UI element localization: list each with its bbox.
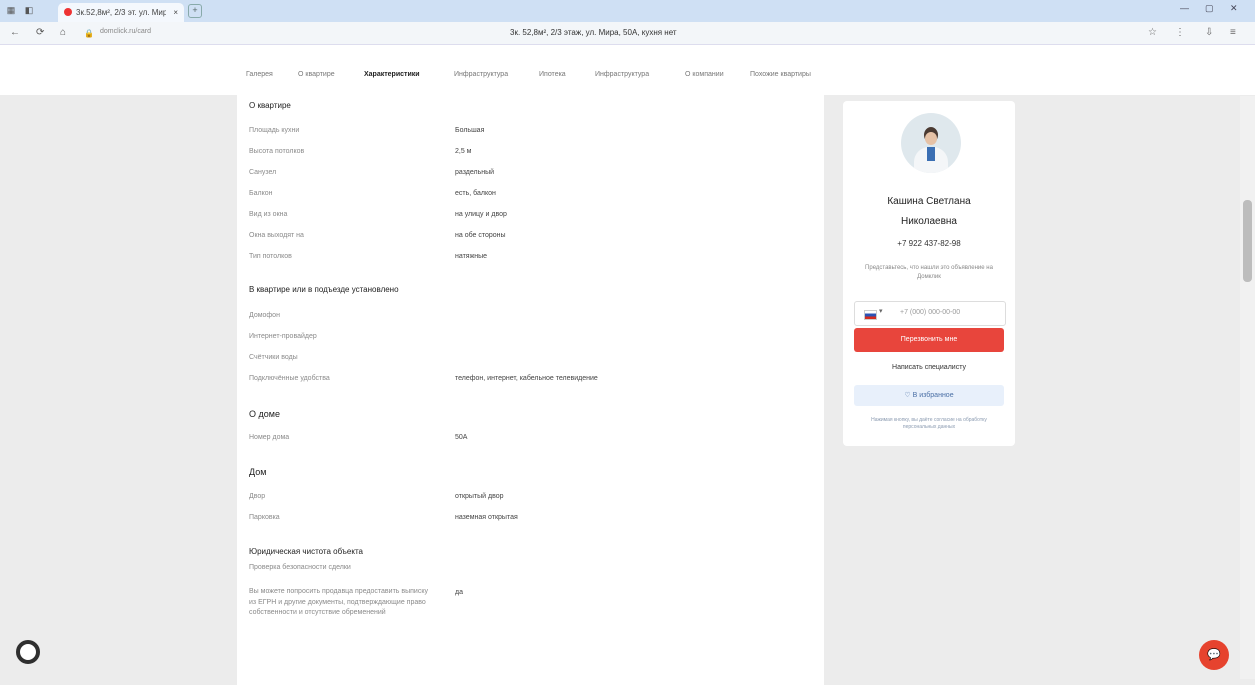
row-label: Окна выходят на: [249, 232, 304, 239]
section-title-building: О доме: [249, 409, 280, 419]
chat-icon[interactable]: 💬: [1199, 640, 1229, 670]
section-title-house: Дом: [249, 467, 267, 477]
row-label: Балкон: [249, 190, 273, 197]
row-label: Домофон: [249, 312, 280, 319]
row-label: Двор: [249, 493, 266, 500]
menu-dots-icon[interactable]: ⋮: [1175, 27, 1185, 39]
favorite-button[interactable]: ♡ В избранное: [854, 385, 1004, 406]
site-nav: Галерея О квартире Характеристики Инфрас…: [0, 45, 1255, 95]
favicon-icon: [64, 8, 72, 16]
loading-ring-icon[interactable]: [16, 640, 40, 664]
maximize-button[interactable]: ▢: [1205, 3, 1214, 14]
section-subtitle-legal: Проверка безопасности сделки: [249, 564, 351, 571]
nav-company[interactable]: О компании: [685, 71, 724, 78]
page-scrollbar[interactable]: [1240, 96, 1255, 679]
row-label: Парковка: [249, 514, 280, 521]
row-label: Интернет-провайдер: [249, 333, 317, 340]
section-title-legal: Юридическая чистота объекта: [249, 547, 363, 556]
agent-name-line1: Кашина Светлана: [887, 196, 971, 207]
russia-flag-icon: [864, 310, 877, 320]
phone-placeholder: +7 (000) 000-00-00: [900, 309, 961, 316]
row-label: Номер дома: [249, 434, 290, 441]
nav-about[interactable]: О квартире: [298, 71, 335, 78]
row-label: Высота потолков: [249, 148, 305, 155]
characteristics-card: О квартире Площадь кухни Большая Высота …: [237, 95, 824, 685]
section-title-apartment: О квартире: [249, 101, 291, 110]
row-label: Подключённые удобства: [249, 375, 330, 382]
row-value: натяжные: [455, 253, 488, 260]
favorite-label: В избранное: [912, 392, 954, 399]
nav-infrastructure-2[interactable]: Инфраструктура: [595, 71, 649, 78]
heart-icon: ♡: [904, 392, 913, 399]
agent-card: Кашина Светлана Николаевна +7 922 437-82…: [843, 101, 1015, 446]
row-label: Санузел: [249, 169, 277, 176]
row-value: открытый двор: [455, 493, 504, 500]
close-window-button[interactable]: ✕: [1230, 3, 1238, 14]
agent-phone[interactable]: +7 922 437-82-98: [843, 239, 1015, 248]
row-value: наземная открытая: [455, 514, 518, 521]
row-value: 2,5 м: [455, 148, 472, 155]
row-value: на обе стороны: [455, 232, 506, 239]
downloads-icon[interactable]: ⇩: [1205, 27, 1213, 39]
chevron-down-icon[interactable]: ▾: [879, 307, 883, 315]
tab-list-icon[interactable]: ◧: [22, 3, 36, 17]
home-icon[interactable]: ⌂: [60, 27, 66, 39]
back-icon[interactable]: ←: [10, 27, 20, 39]
nav-mortgage[interactable]: Ипотека: [539, 71, 566, 78]
row-label: Вид из окна: [249, 211, 288, 218]
agent-name-line2: Николаевна: [901, 216, 957, 227]
legal-note: Вы можете попросить продавца предоставит…: [249, 588, 428, 616]
phone-input[interactable]: ▾ +7 (000) 000-00-00: [854, 301, 1006, 326]
tab-title: 3к.52,8м², 2/3 эт. ул. Мира, 50А: [76, 8, 166, 17]
nav-gallery[interactable]: Галерея: [246, 71, 273, 78]
lock-icon: 🔒: [84, 29, 94, 38]
row-label: Счётчики воды: [249, 354, 298, 361]
row-value: раздельный: [455, 169, 495, 176]
new-tab-button[interactable]: +: [188, 4, 202, 18]
address-bar: ← ⟳ ⌂ 🔒 domclick.ru/card 3к. 52,8м², 2/3…: [0, 22, 1255, 45]
row-label: Площадь кухни: [249, 127, 300, 134]
nav-characteristics[interactable]: Характеристики: [364, 71, 420, 78]
settings-icon[interactable]: ≡: [1230, 27, 1236, 39]
row-value: на улицу и двор: [455, 211, 507, 218]
row-value: Большая: [455, 127, 485, 134]
minimize-button[interactable]: —: [1180, 3, 1189, 13]
agent-hint: Представьтесь, что нашли это объявление …: [865, 265, 993, 280]
row-value: телефон, интернет, кабельное телевидение: [455, 375, 598, 382]
nav-similar[interactable]: Похожие квартиры: [750, 71, 811, 78]
legal-note-value: да: [455, 589, 463, 596]
browser-tab[interactable]: 3к.52,8м², 2/3 эт. ул. Мира, 50А ×: [58, 3, 184, 22]
row-value: есть, балкон: [455, 190, 496, 197]
agent-avatar: [901, 113, 961, 173]
callback-button[interactable]: Перезвонить мне: [854, 328, 1004, 352]
browser-titlebar: ▦ ◧ 3к.52,8м², 2/3 эт. ул. Мира, 50А × +…: [0, 0, 1255, 22]
tab-actions-icon[interactable]: ▦: [4, 3, 18, 17]
fine-print: Нажимая кнопку, вы даёте согласие на обр…: [871, 417, 987, 430]
bookmark-icon[interactable]: ☆: [1148, 27, 1157, 39]
page-title: 3к. 52,8м², 2/3 этаж, ул. Мира, 50А, кух…: [510, 28, 677, 37]
row-label: Тип потолков: [249, 253, 292, 260]
scrollbar-thumb[interactable]: [1243, 200, 1252, 282]
section-title-equipment: В квартире или в подъезде установлено: [249, 285, 399, 294]
message-button[interactable]: Написать специалисту: [854, 357, 1004, 379]
url-field[interactable]: domclick.ru/card: [100, 28, 151, 35]
reload-icon[interactable]: ⟳: [36, 27, 44, 39]
row-value: 50А: [455, 434, 468, 441]
nav-infrastructure[interactable]: Инфраструктура: [454, 71, 508, 78]
tab-close-icon[interactable]: ×: [173, 3, 178, 22]
